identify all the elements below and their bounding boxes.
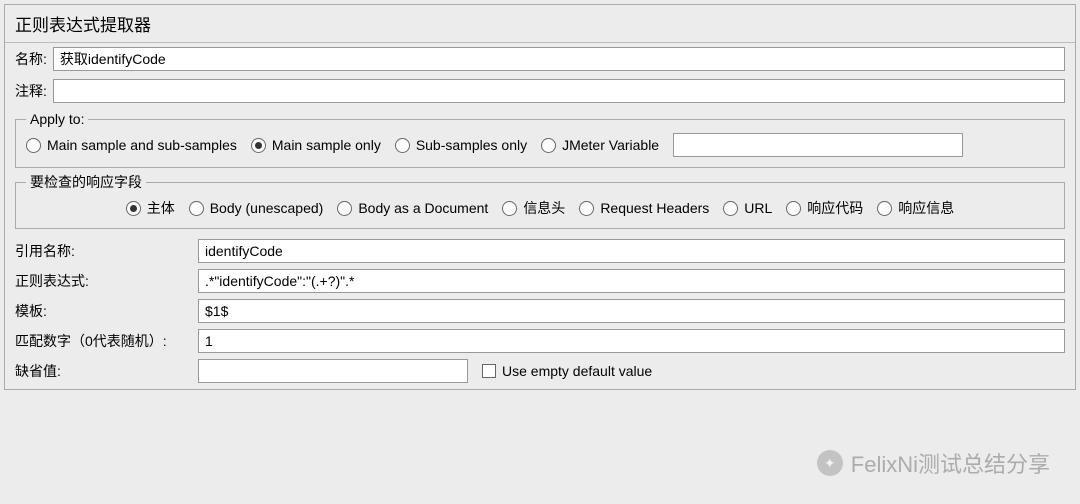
radio-label: 响应代码 xyxy=(807,198,863,218)
apply-to-fieldset: Apply to: Main sample and sub-samples Ma… xyxy=(15,111,1065,168)
name-label: 名称: xyxy=(15,49,47,69)
radio-main-and-sub[interactable]: Main sample and sub-samples xyxy=(26,137,237,153)
radio-icon xyxy=(579,201,594,216)
radio-label: JMeter Variable xyxy=(562,137,659,153)
default-row: Use empty default value xyxy=(198,359,1065,383)
comment-input[interactable] xyxy=(53,79,1065,103)
radio-label: Body (unescaped) xyxy=(210,200,324,216)
radio-label: Request Headers xyxy=(600,200,709,216)
name-input[interactable] xyxy=(53,47,1065,71)
radio-label: Body as a Document xyxy=(358,200,488,216)
radio-response-code[interactable]: 响应代码 xyxy=(786,198,863,218)
radio-body-unescaped[interactable]: Body (unescaped) xyxy=(189,200,324,216)
radio-headers-cn[interactable]: 信息头 xyxy=(502,198,565,218)
wechat-icon: ✦ xyxy=(817,450,843,476)
radio-icon xyxy=(786,201,801,216)
radio-icon xyxy=(251,138,266,153)
radio-response-message[interactable]: 响应信息 xyxy=(877,198,954,218)
radio-label: 响应信息 xyxy=(898,198,954,218)
radio-icon xyxy=(502,201,517,216)
radio-icon xyxy=(877,201,892,216)
apply-to-options: Main sample and sub-samples Main sample … xyxy=(26,133,1054,157)
radio-label: 主体 xyxy=(147,198,175,218)
radio-url[interactable]: URL xyxy=(723,200,772,216)
ref-name-label: 引用名称: xyxy=(15,241,190,261)
regex-input[interactable] xyxy=(198,269,1065,293)
radio-sub-only[interactable]: Sub-samples only xyxy=(395,137,527,153)
apply-to-legend: Apply to: xyxy=(26,111,88,127)
radio-request-headers[interactable]: Request Headers xyxy=(579,200,709,216)
match-no-input[interactable] xyxy=(198,329,1065,353)
radio-label: 信息头 xyxy=(523,198,565,218)
params-grid: 引用名称: 正则表达式: 模板: 匹配数字（0代表随机）: 缺省值: Use e… xyxy=(5,233,1075,389)
watermark-text: FelixNi测试总结分享 xyxy=(851,447,1050,479)
radio-icon xyxy=(541,138,556,153)
comment-row: 注释: xyxy=(5,75,1075,107)
field-to-check-fieldset: 要检查的响应字段 主体 Body (unescaped) Body as a D… xyxy=(15,172,1065,229)
template-input[interactable] xyxy=(198,299,1065,323)
radio-label: Main sample only xyxy=(272,137,381,153)
name-row: 名称: xyxy=(5,43,1075,75)
match-no-label: 匹配数字（0代表随机）: xyxy=(15,331,190,351)
radio-body-document[interactable]: Body as a Document xyxy=(337,200,488,216)
radio-icon xyxy=(337,201,352,216)
checkbox-label: Use empty default value xyxy=(502,363,652,379)
regex-extractor-panel: 正则表达式提取器 名称: 注释: Apply to: Main sample a… xyxy=(4,4,1076,390)
watermark: ✦ FelixNi测试总结分享 xyxy=(817,447,1050,479)
field-to-check-legend: 要检查的响应字段 xyxy=(26,172,146,192)
radio-icon xyxy=(26,138,41,153)
default-input[interactable] xyxy=(198,359,468,383)
regex-label: 正则表达式: xyxy=(15,271,190,291)
ref-name-input[interactable] xyxy=(198,239,1065,263)
comment-label: 注释: xyxy=(15,81,47,101)
radio-icon xyxy=(126,201,141,216)
radio-jmeter-variable[interactable]: JMeter Variable xyxy=(541,137,659,153)
radio-body[interactable]: 主体 xyxy=(126,198,175,218)
radio-label: Main sample and sub-samples xyxy=(47,137,237,153)
radio-icon xyxy=(395,138,410,153)
default-label: 缺省值: xyxy=(15,361,190,381)
field-to-check-options: 主体 Body (unescaped) Body as a Document 信… xyxy=(26,198,1054,218)
panel-title: 正则表达式提取器 xyxy=(5,5,1075,43)
radio-main-only[interactable]: Main sample only xyxy=(251,137,381,153)
use-empty-checkbox[interactable]: Use empty default value xyxy=(482,363,652,379)
template-label: 模板: xyxy=(15,301,190,321)
jmeter-variable-input[interactable] xyxy=(673,133,963,157)
radio-label: URL xyxy=(744,200,772,216)
checkbox-icon xyxy=(482,364,496,378)
radio-label: Sub-samples only xyxy=(416,137,527,153)
radio-icon xyxy=(723,201,738,216)
radio-icon xyxy=(189,201,204,216)
